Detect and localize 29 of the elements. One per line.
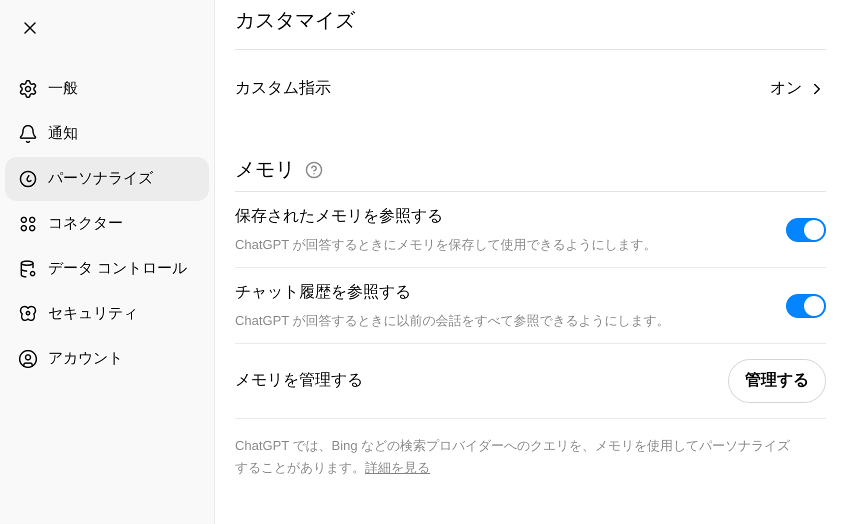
- circle-icon: [18, 169, 38, 189]
- settings-icon: [18, 79, 38, 99]
- section-title: メモリ: [235, 158, 295, 182]
- shield-icon: [18, 304, 38, 324]
- setting-label: メモリを管理する: [235, 371, 363, 391]
- setting-label: 保存されたメモリを参照する: [235, 206, 444, 227]
- setting-label: カスタム指示: [235, 79, 331, 99]
- sidebar-item[interactable]: 一般: [5, 67, 209, 111]
- setting-value: オン: [770, 79, 802, 99]
- footer-note: ChatGPT では、Bing などの検索プロバイダーへのクエリを、メモリを使用してパーソナライズすることがあります。詳細を見る: [235, 437, 792, 477]
- toggle-switch[interactable]: [786, 294, 826, 318]
- setting-description: ChatGPT が回答するときに以前の会話をすべて参照できるようにします。: [235, 312, 670, 330]
- setting-label: チャット履歴を参照する: [235, 282, 412, 303]
- sidebar-item[interactable]: パーソナライズ: [5, 157, 209, 201]
- help-icon[interactable]: [305, 160, 323, 178]
- page-title: カスタマイズ: [235, 8, 355, 34]
- sidebar-item[interactable]: データ コントロール: [5, 247, 209, 291]
- sidebar-item[interactable]: セキュリティ: [5, 292, 209, 336]
- sidebar-item[interactable]: アカウント: [5, 337, 209, 381]
- toggle-switch[interactable]: [786, 218, 826, 242]
- setting-description: ChatGPT が回答するときにメモリを保存して使用できるようにします。: [235, 236, 657, 254]
- nodes-icon: [18, 214, 38, 234]
- sidebar-item[interactable]: 通知: [5, 112, 209, 156]
- manage-button[interactable]: 管理する: [728, 359, 826, 403]
- user-icon: [18, 349, 38, 369]
- sidebar-item[interactable]: コネクター: [5, 202, 209, 246]
- bell-icon: [18, 124, 38, 144]
- custom-instructions-row[interactable]: カスタム指示 オン: [235, 50, 826, 128]
- database-gear-icon: [18, 259, 38, 279]
